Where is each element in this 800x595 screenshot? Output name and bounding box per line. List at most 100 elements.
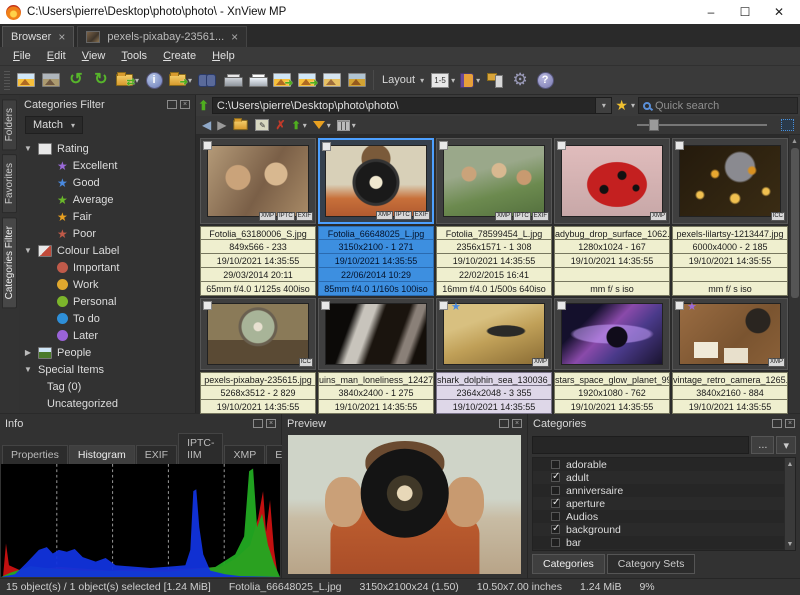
menu-view[interactable]: View [75, 48, 113, 64]
panel-float-icon[interactable] [499, 419, 509, 428]
category-row[interactable]: adult [533, 471, 795, 484]
thumbnail-checkbox[interactable] [557, 301, 566, 310]
category-row[interactable]: adorable [533, 458, 795, 471]
tree-node-later[interactable]: Later [57, 327, 195, 344]
category-row[interactable]: background [533, 523, 795, 536]
category-row[interactable]: anniversaire [533, 484, 795, 497]
tree-node-rating[interactable]: ▼Rating [23, 140, 195, 157]
scrollbar-thumb[interactable] [791, 148, 799, 298]
thumbnail-image-vintage-camera[interactable] [680, 304, 780, 364]
thumbnail-image-ladybug[interactable] [562, 146, 662, 216]
tab-properties[interactable]: Properties [2, 445, 68, 464]
tab-close-icon[interactable]: × [58, 30, 65, 44]
thumbnail-checkbox[interactable] [439, 301, 448, 310]
menu-file[interactable]: File [6, 48, 38, 64]
thumbnail-checkbox[interactable] [203, 301, 212, 310]
quick-search-input[interactable] [655, 100, 797, 112]
category-row[interactable]: aperture [533, 497, 795, 510]
favorites-star-icon[interactable]: ★ [615, 97, 628, 114]
tree-node-people[interactable]: ▶People [23, 344, 195, 361]
new-folder-button[interactable] [232, 119, 249, 131]
capture-button[interactable] [320, 68, 344, 92]
scan-button[interactable] [245, 68, 269, 92]
print-button[interactable] [220, 68, 244, 92]
thumbnail-item[interactable]: ICC pexels-lilartsy-1213447.jpg6000x4000… [672, 138, 788, 296]
category-row[interactable]: bar [533, 536, 795, 549]
thumbnail-image-space-planet[interactable] [562, 304, 662, 364]
thumbnail-image-women-drinks[interactable] [208, 146, 308, 216]
thumbnail-item[interactable]: ★ XMP vintage_retro_camera_1265...3840x2… [672, 298, 788, 414]
tab-category-sets[interactable]: Category Sets [607, 554, 696, 574]
panel-float-icon[interactable] [772, 419, 782, 428]
thumbnail-image-bokeh-lights[interactable] [680, 146, 780, 216]
fullscreen-button[interactable] [39, 68, 63, 92]
checkbox-icon[interactable] [551, 486, 560, 495]
scroll-down-icon[interactable]: ▼ [787, 538, 794, 550]
menu-create[interactable]: Create [156, 48, 203, 64]
sidebar-tab-folders[interactable]: Folders [2, 99, 17, 150]
edit-button[interactable]: ✎ [255, 119, 269, 131]
copy-to-button[interactable]: ➜ [270, 68, 294, 92]
properties-button[interactable]: i [142, 68, 166, 92]
thumbnail-image-camera-lens-woman[interactable] [326, 146, 426, 216]
browser-view-button[interactable] [14, 68, 38, 92]
panel-float-icon[interactable] [167, 100, 177, 109]
thumbnail-checkbox[interactable] [557, 141, 566, 150]
settings-button[interactable]: ⚙ [508, 68, 532, 92]
move-to-button[interactable]: ➜ [295, 68, 319, 92]
thumbnail-item-selected[interactable]: XMPIPTCEXIF Fotolia_66648025_L.jpg3150x2… [318, 138, 434, 296]
checkbox-icon[interactable] [551, 512, 560, 521]
checkbox-icon[interactable] [551, 460, 560, 469]
category-row[interactable]: beautiful [533, 549, 795, 551]
panel-close-icon[interactable]: × [512, 419, 522, 428]
delete-button[interactable]: ✗ [275, 118, 285, 132]
panel-close-icon[interactable]: × [180, 100, 190, 109]
thumbnail-checkbox[interactable] [439, 141, 448, 150]
tree-node-excellent[interactable]: ★Excellent [57, 157, 195, 174]
category-filter-input[interactable] [532, 436, 749, 454]
panel-close-icon[interactable]: × [785, 419, 795, 428]
thumbnail-item[interactable]: XMPIPTCEXIF Fotolia_78599454_L.jpg2356x1… [436, 138, 552, 296]
thumbnail-image-glass-sphere[interactable] [208, 304, 308, 364]
tree-node-poor[interactable]: ★Poor [57, 225, 195, 242]
tab-histogram[interactable]: Histogram [69, 445, 135, 464]
sidebar-tab-categories-filter[interactable]: Categories Filter [2, 217, 17, 308]
toolbar-grip[interactable] [4, 70, 10, 90]
checkbox-icon[interactable] [551, 499, 560, 508]
menu-help[interactable]: Help [205, 48, 242, 64]
rotate-right-button[interactable]: ↻ [89, 68, 113, 92]
search-button[interactable] [195, 68, 219, 92]
maximize-button[interactable]: ☐ [728, 1, 762, 23]
tab-xmp[interactable]: XMP [224, 445, 265, 464]
grid-scrollbar[interactable]: ▲ [788, 135, 800, 413]
path-input[interactable] [213, 100, 596, 112]
thumbnail-item[interactable]: ★ XMP shark_dolphin_sea_130036_..2364x20… [436, 298, 552, 414]
favorites-caret-icon[interactable]: ▾ [631, 101, 635, 110]
tab-browser[interactable]: Browser × [2, 26, 74, 47]
layout-button[interactable]: Layout▾ [378, 68, 428, 92]
tree-node-colour-label[interactable]: ▼Colour Label [23, 242, 195, 259]
minimize-button[interactable]: – [694, 1, 728, 23]
thumbnail-checkbox[interactable] [675, 141, 684, 150]
tree-node-special-items[interactable]: ▼Special Items [23, 361, 195, 378]
path-dropdown-icon[interactable]: ▾ [595, 98, 611, 113]
thumbnail-zoom-slider[interactable] [637, 124, 767, 126]
forward-button[interactable]: ▶ [217, 118, 226, 132]
thumbnail-checkbox[interactable] [322, 142, 331, 151]
scroll-up-icon[interactable]: ▲ [791, 135, 798, 147]
wallpaper-button[interactable] [345, 68, 369, 92]
tree-node-average[interactable]: ★Average [57, 191, 195, 208]
category-scrollbar[interactable]: ▲▼ [784, 458, 795, 550]
thumbnail-checkbox[interactable] [203, 141, 212, 150]
thumbnail-size-button[interactable]: 1-5▾ [429, 68, 457, 92]
scroll-up-icon[interactable]: ▲ [787, 458, 794, 470]
help-button[interactable]: ? [533, 68, 557, 92]
tab-iptc-iim[interactable]: IPTC-IIM [178, 433, 223, 464]
category-browse-button[interactable]: ... [751, 436, 774, 454]
compare-icon[interactable] [781, 119, 794, 131]
tree-node-work[interactable]: Work [57, 276, 195, 293]
preview-image-camera-lens-woman[interactable] [288, 435, 521, 574]
tab-image[interactable]: pexels-pixabay-23561... × [77, 26, 247, 47]
thumbnail-item[interactable]: XMPIPTCEXIF Fotolia_63180006_S.jpg849x56… [200, 138, 316, 296]
checkbox-icon[interactable] [551, 525, 560, 534]
